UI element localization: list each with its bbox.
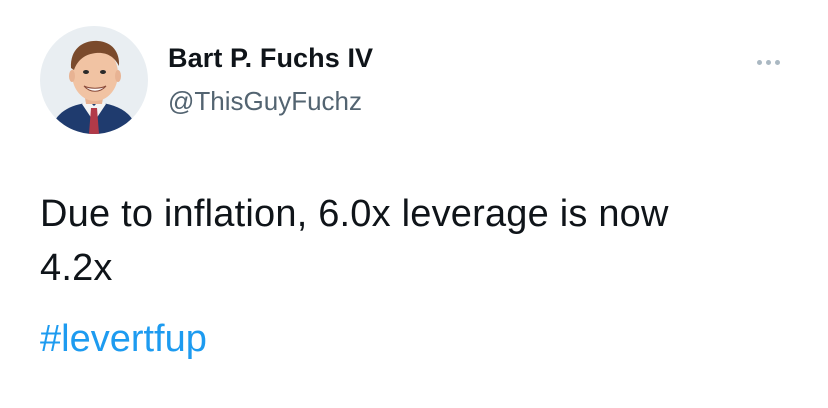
tweet-text-line: Due to inflation, 6.0x leverage is now (40, 193, 669, 235)
tweet-text-line: 4.2x (40, 247, 113, 289)
more-options-icon[interactable] (748, 50, 788, 74)
more-dot (774, 59, 780, 65)
author-name[interactable]: Bart P. Fuchs IV (168, 43, 373, 74)
tweet-text: Due to inflation, 6.0x leverage is now 4… (40, 187, 800, 295)
avatar[interactable] (40, 26, 148, 134)
more-dot (765, 59, 771, 65)
tweet-card: Bart P. Fuchs IV @ThisGuyFuchz Due to in… (0, 0, 828, 408)
more-dot (756, 59, 762, 65)
author-handle[interactable]: @ThisGuyFuchz (168, 86, 362, 117)
avatar-portrait-icon (40, 26, 148, 134)
hashtag-link[interactable]: #levertfup (40, 312, 207, 366)
